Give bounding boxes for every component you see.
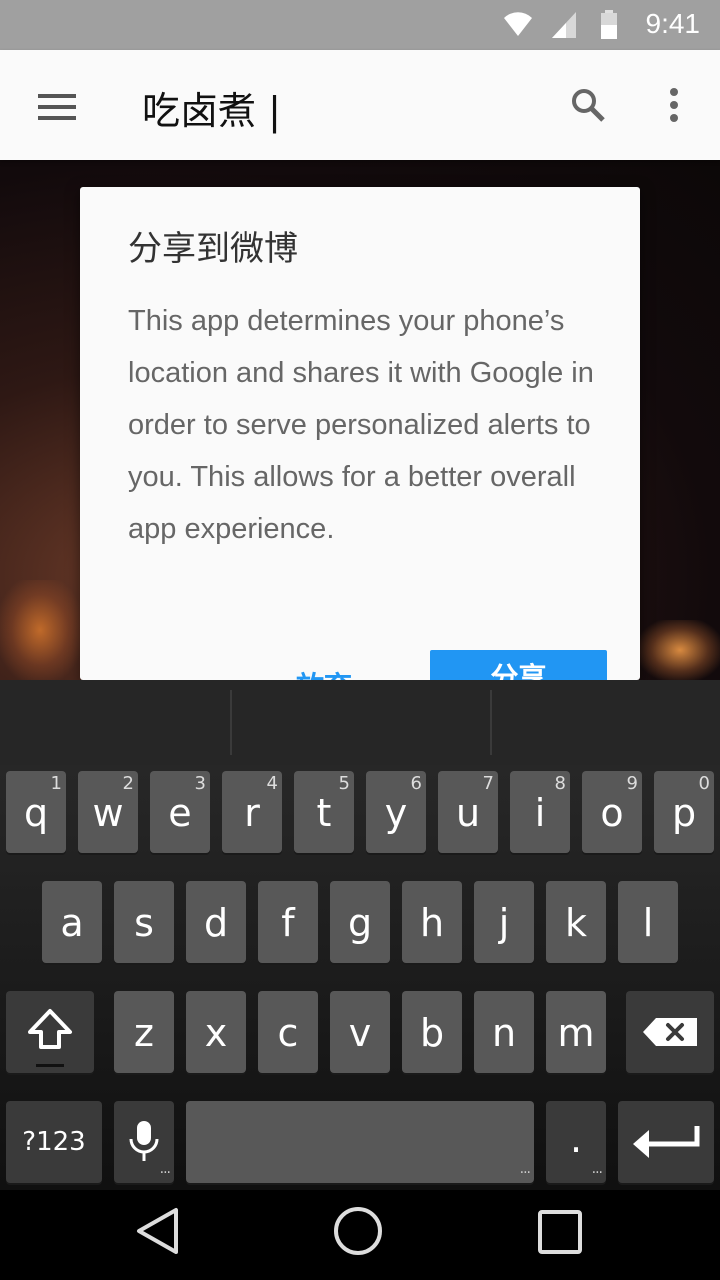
key-r[interactable]: 4r [222,771,282,853]
shift-icon [28,1009,72,1049]
key-m[interactable]: m [546,991,606,1073]
key-s[interactable]: s [114,881,174,963]
suggestion-divider [490,690,492,755]
key-n[interactable]: n [474,991,534,1073]
cellular-signal-icon [552,12,576,38]
key-i[interactable]: 8i [510,771,570,853]
search-query-text[interactable]: 吃卤煮 | [142,80,281,135]
voice-input-key[interactable]: ··· [114,1101,174,1183]
key-d[interactable]: d [186,881,246,963]
battery-icon [601,10,617,39]
suggestion-divider [230,690,232,755]
enter-key[interactable] [618,1101,714,1183]
app-bar: 吃卤煮 | [0,50,720,160]
shift-key[interactable] [6,991,94,1073]
share-button[interactable]: 分享 [430,650,607,680]
key-q[interactable]: 1q [6,771,66,853]
key-w[interactable]: 2w [78,771,138,853]
recents-icon[interactable] [537,1209,583,1255]
soft-keyboard: 1q 2w 3e 4r 5t 6y 7u 8i 9o 0p a s d f g … [0,680,720,1190]
cancel-button[interactable]: 放弃 [296,665,352,680]
key-y[interactable]: 6y [366,771,426,853]
key-c[interactable]: c [258,991,318,1073]
key-u[interactable]: 7u [438,771,498,853]
key-k[interactable]: k [546,881,606,963]
microphone-icon [129,1121,159,1161]
key-v[interactable]: v [330,991,390,1073]
dialog-title: 分享到微博 [128,229,298,269]
navigation-bar [0,1190,720,1280]
key-g[interactable]: g [330,881,390,963]
wifi-icon [504,12,532,36]
share-dialog: 分享到微博 This app determines your phone’s l… [80,187,640,680]
key-p[interactable]: 0p [654,771,714,853]
home-icon[interactable] [333,1206,383,1256]
key-l[interactable]: l [618,881,678,963]
key-o[interactable]: 9o [582,771,642,853]
key-e[interactable]: 3e [150,771,210,853]
key-z[interactable]: z [114,991,174,1073]
key-b[interactable]: b [402,991,462,1073]
menu-icon[interactable] [36,92,78,122]
search-icon[interactable] [570,87,606,123]
backspace-key[interactable] [626,991,714,1073]
suggestion-strip [0,680,720,765]
more-vert-icon[interactable] [664,86,684,126]
key-h[interactable]: h [402,881,462,963]
space-key[interactable]: ··· [186,1101,534,1183]
key-x[interactable]: x [186,991,246,1073]
key-t[interactable]: 5t [294,771,354,853]
dialog-message: This app determines your phone’s locatio… [128,305,594,545]
enter-icon [633,1126,700,1158]
period-key[interactable]: . ··· [546,1101,606,1183]
backspace-icon [643,1018,697,1046]
key-f[interactable]: f [258,881,318,963]
key-a[interactable]: a [42,881,102,963]
status-bar: 9:41 [0,0,720,50]
key-j[interactable]: j [474,881,534,963]
symbols-key[interactable]: ?123 [6,1101,102,1183]
back-icon[interactable] [134,1206,182,1256]
status-time: 9:41 [645,8,701,39]
